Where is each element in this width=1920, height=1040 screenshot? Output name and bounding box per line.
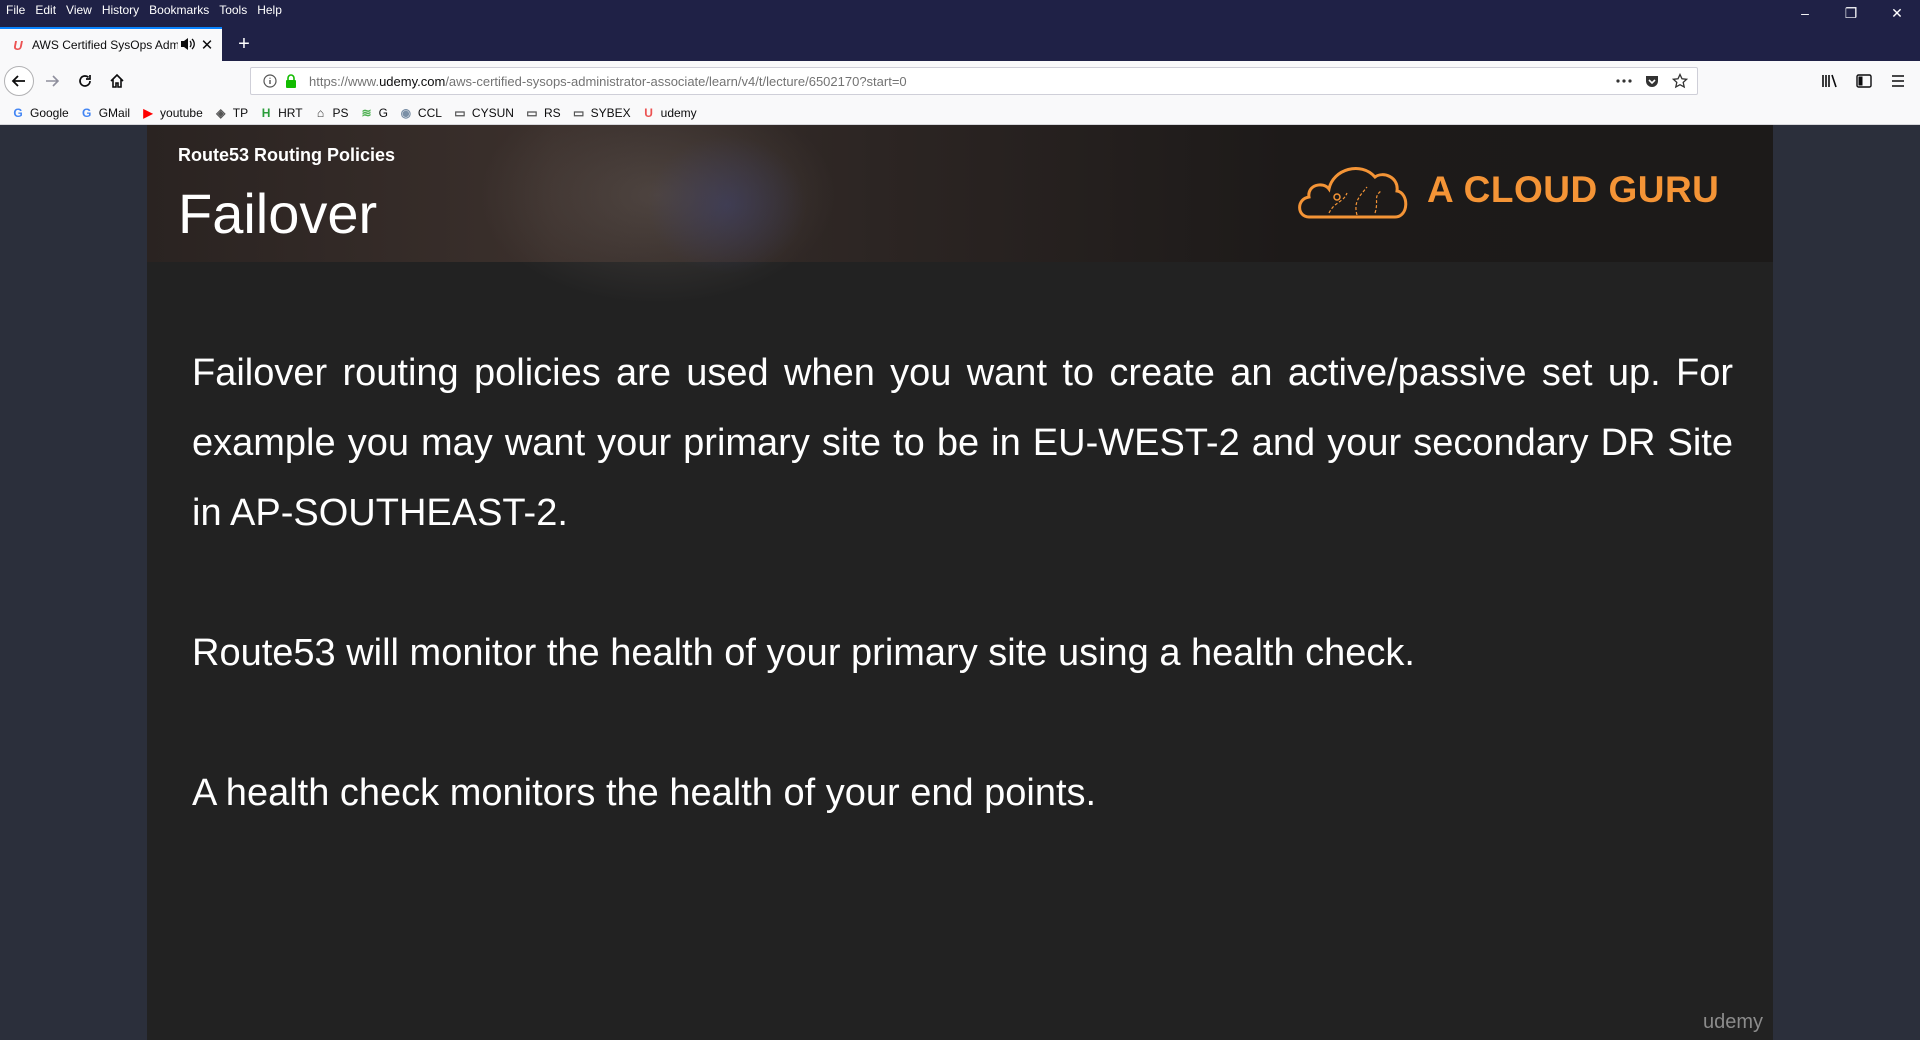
bookmark-label: udemy (660, 105, 697, 120)
paragraph-3: A health check monitors the health of yo… (192, 772, 1097, 814)
bookmark-label: CCL (417, 105, 442, 120)
folder-icon: ▭ (454, 105, 466, 120)
home-button[interactable] (103, 67, 131, 95)
bookmark-label: youtube (160, 105, 203, 120)
google-icon: G (13, 105, 23, 120)
udemy-favicon-icon: U (13, 37, 23, 53)
reload-button[interactable] (71, 67, 99, 95)
slide-title: Failover (178, 182, 378, 245)
lecture-slide: Route53 Routing Policies Failover A CLOU… (147, 125, 1773, 1040)
bookmark-star-icon[interactable] (1671, 72, 1689, 90)
toolbar-right (1816, 67, 1912, 95)
ccl-icon: ◉ (400, 105, 412, 120)
bookmark-label: HRT (278, 105, 303, 120)
acloudguru-logo: A CLOUD GURU (1295, 157, 1719, 223)
home-icon (110, 73, 124, 88)
bookmarks-bar: G Google G GMail ▶ youtube ◈ TP H HRT ⌂ PS ≋ G … (0, 101, 1920, 125)
close-tab-icon[interactable]: ✕ (198, 36, 216, 54)
menu-file[interactable]: File (0, 0, 30, 20)
bookmark-hrt[interactable]: H HRT (258, 105, 303, 121)
tab-title: AWS Certified SysOps Admi (32, 38, 178, 52)
bookmark-ccl[interactable]: ◉ CCL (398, 105, 442, 121)
bookmark-sybex[interactable]: ▭ SYBEX (571, 105, 631, 121)
info-icon[interactable] (259, 74, 281, 88)
cloud-icon (1298, 167, 1408, 219)
bookmark-label: Google (30, 105, 69, 120)
active-tab[interactable]: U AWS Certified SysOps Admi ✕ (0, 27, 222, 61)
folder-icon: ▭ (526, 105, 538, 120)
navigation-bar: https://www.udemy.com/aws-certified-syso… (0, 61, 1920, 101)
menu-help[interactable]: Help (252, 0, 287, 20)
bookmark-ps[interactable]: ⌂ PS (313, 105, 349, 121)
g-icon: ≋ (361, 105, 372, 120)
bookmark-rs[interactable]: ▭ RS (524, 105, 561, 121)
sidebar-icon[interactable] (1850, 67, 1878, 95)
page-actions-icon[interactable] (1615, 72, 1633, 90)
ps-icon: ⌂ (316, 105, 325, 120)
speaker-icon[interactable] (180, 37, 198, 53)
pocket-icon[interactable] (1643, 72, 1661, 90)
bookmark-cysun[interactable]: ▭ CYSUN (452, 105, 514, 121)
bookmark-google[interactable]: G Google (10, 105, 69, 121)
tab-strip: U AWS Certified SysOps Admi ✕ + (0, 20, 1920, 61)
hamburger-menu-icon[interactable] (1884, 67, 1912, 95)
slide-header: Route53 Routing Policies Failover A CLOU… (147, 125, 1773, 305)
library-icon[interactable] (1816, 67, 1844, 95)
gmail-icon: G (82, 105, 92, 120)
paragraph-2: Route53 will monitor the health of your … (192, 632, 1415, 674)
bookmark-tp[interactable]: ◈ TP (213, 105, 248, 121)
arrow-right-icon (46, 75, 60, 87)
udemy-icon: U (644, 105, 653, 120)
bookmark-label: CYSUN (471, 105, 514, 120)
arrow-left-icon (11, 75, 25, 87)
new-tab-button[interactable]: + (230, 30, 258, 58)
lock-icon[interactable] (281, 74, 301, 88)
folder-icon: ▭ (572, 105, 585, 120)
paragraph-1: Failover routing policies are used when … (192, 352, 1733, 534)
url-bar[interactable]: https://www.udemy.com/aws-certified-syso… (250, 67, 1698, 95)
menu-tools[interactable]: Tools (214, 0, 252, 20)
forward-button[interactable] (38, 67, 66, 95)
bookmark-label: SYBEX (590, 105, 631, 120)
reload-icon (79, 75, 91, 87)
bookmark-udemy[interactable]: Uudemy (641, 105, 697, 121)
brand-name: A CLOUD GURU (1427, 169, 1720, 210)
youtube-icon: ▶ (143, 105, 153, 120)
header-background-photo-accent (647, 135, 807, 275)
menu-history[interactable]: History (97, 0, 144, 20)
bookmark-label: G (378, 105, 388, 120)
url-prefix: https://www. (309, 73, 380, 89)
hrt-icon: H (261, 105, 271, 120)
tp-icon: ◈ (216, 105, 226, 120)
bookmark-label: PS (332, 105, 349, 120)
udemy-watermark: udemy (1702, 1011, 1763, 1033)
bookmark-gmail[interactable]: G GMail (79, 105, 130, 121)
bookmark-label: GMail (98, 105, 131, 120)
back-button[interactable] (4, 66, 34, 96)
menu-bookmarks[interactable]: Bookmarks (144, 0, 214, 20)
url-domain: udemy.com (379, 73, 446, 89)
menu-edit[interactable]: Edit (30, 0, 61, 20)
url-path: /aws-certified-sysops-administrator-asso… (445, 73, 907, 89)
bookmark-g[interactable]: ≋ G (359, 105, 388, 121)
menu-view[interactable]: View (61, 0, 97, 20)
menu-bar: File Edit View History Bookmarks Tools H… (0, 0, 1920, 20)
url-text[interactable]: https://www.udemy.com/aws-certified-syso… (309, 74, 907, 89)
bookmark-label: RS (543, 105, 561, 120)
bookmark-label: TP (232, 105, 249, 120)
bookmark-youtube[interactable]: ▶ youtube (140, 105, 203, 121)
section-title: Route53 Routing Policies (178, 145, 396, 165)
url-actions (1615, 72, 1689, 90)
video-player[interactable]: Route53 Routing Policies Failover A CLOU… (0, 125, 1920, 1040)
